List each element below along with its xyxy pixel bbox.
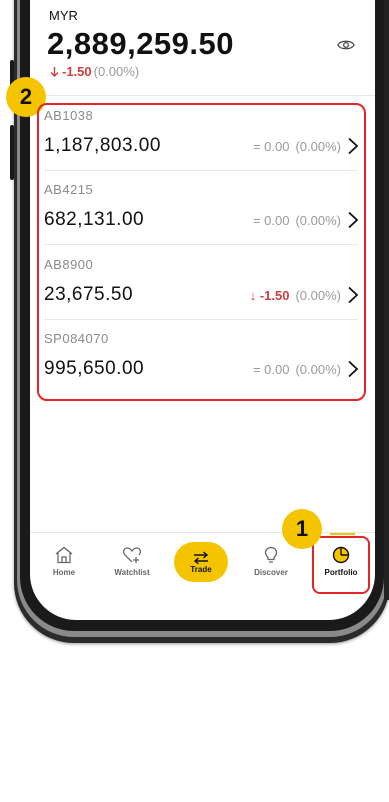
divider xyxy=(44,319,358,320)
account-row[interactable]: AB4215 682,131.00 = 0.00 (0.00%) xyxy=(44,182,359,231)
chevron-right-icon[interactable] xyxy=(347,286,359,304)
chevron-right-icon[interactable] xyxy=(347,211,359,229)
nav-discover[interactable]: Discover xyxy=(241,546,301,577)
account-row[interactable]: AB1038 1,187,803.00 = 0.00 (0.00%) xyxy=(44,108,359,157)
portfolio-change: -1.50 (0.00%) xyxy=(49,64,139,79)
change-prefix: ↓ xyxy=(249,287,260,303)
change-value: -1.50 xyxy=(259,287,290,303)
account-id: SP084070 xyxy=(44,331,109,346)
currency-label: MYR xyxy=(49,8,78,23)
account-value: 995,650.00 xyxy=(44,358,145,379)
account-id: AB4215 xyxy=(44,182,94,197)
change-value: 0.00 xyxy=(264,361,290,377)
change-percent: (0.00%) xyxy=(295,287,341,303)
nav-watchlist[interactable]: Watchlist xyxy=(102,546,162,577)
home-icon xyxy=(55,546,73,564)
change-value: 0.00 xyxy=(264,212,290,228)
change-prefix: = xyxy=(252,138,265,154)
divider xyxy=(30,95,375,96)
account-value: 23,675.50 xyxy=(44,284,134,305)
phone-edge xyxy=(384,0,389,600)
change-value: -1.50 xyxy=(62,64,92,79)
account-id: AB8900 xyxy=(44,257,94,272)
swap-icon xyxy=(193,550,209,565)
nav-home-label: Home xyxy=(52,568,76,577)
nav-discover-label: Discover xyxy=(254,568,288,577)
change-percent: (0.00%) xyxy=(295,212,341,228)
nav-divider xyxy=(30,532,375,533)
account-value: 1,187,803.00 xyxy=(44,135,161,156)
portfolio-highlight-box xyxy=(312,536,370,594)
nav-trade-label: Trade xyxy=(190,564,212,574)
active-indicator xyxy=(330,533,355,535)
account-row[interactable]: AB8900 23,675.50 ↓ -1.50 (0.00%) xyxy=(44,257,359,306)
account-id: AB1038 xyxy=(44,108,94,123)
heart-plus-icon xyxy=(122,547,142,563)
divider xyxy=(44,244,358,245)
change-percent: (0.00%) xyxy=(295,361,341,377)
change-prefix: = xyxy=(252,212,265,228)
arrow-down-icon xyxy=(50,66,59,77)
phone-side-button xyxy=(10,125,14,180)
account-value: 682,131.00 xyxy=(44,209,145,230)
nav-watchlist-label: Watchlist xyxy=(114,568,150,577)
nav-trade-button[interactable]: Trade xyxy=(174,542,228,582)
account-row[interactable]: SP084070 995,650.00 = 0.00 (0.00%) xyxy=(44,331,359,380)
change-percent: (0.00%) xyxy=(93,64,140,79)
eye-icon[interactable] xyxy=(337,38,355,52)
change-value: 0.00 xyxy=(264,138,290,154)
change-prefix: = xyxy=(252,361,265,377)
nav-home[interactable]: Home xyxy=(34,546,94,577)
divider xyxy=(44,170,358,171)
chevron-right-icon[interactable] xyxy=(347,137,359,155)
chevron-right-icon[interactable] xyxy=(347,360,359,378)
change-percent: (0.00%) xyxy=(295,138,341,154)
lightbulb-icon xyxy=(264,546,278,563)
portfolio-total-value: 2,889,259.50 xyxy=(47,26,235,61)
step-badge-1: 1 xyxy=(282,509,322,549)
